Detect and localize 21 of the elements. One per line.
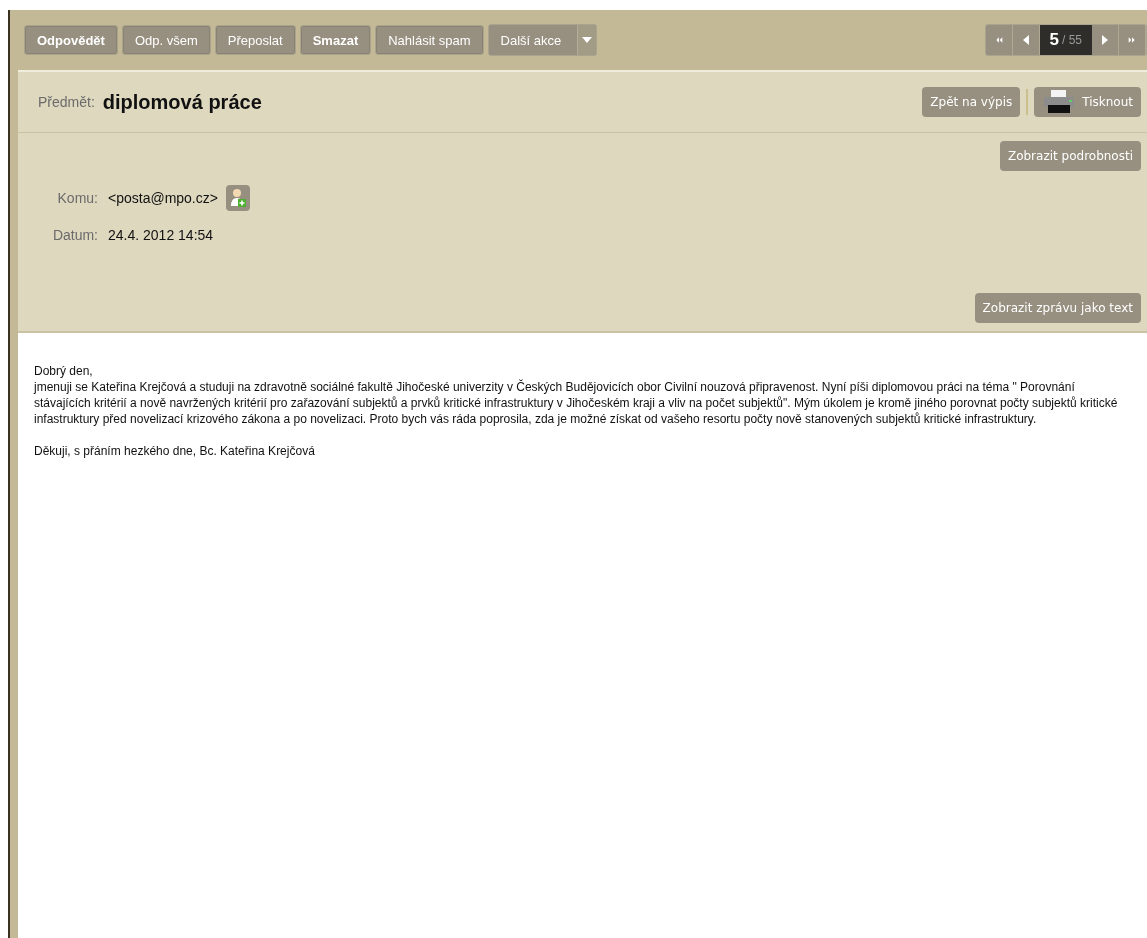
message-paragraph: jmenuji se Kateřina Krejčová a studuji na zdravotně sociálné fakultě Jihočeské univerzity v Českých Budějovicích obor Civilní nouzová připravenost. Nyní píši diplomovou práci na téma " Porovnání stávajících kritérií a nově navržených kritérií pro zařazování subjektů a prvků kritické infrastruktury v Jihočeském kraji a vliv na počet subjektů". Mým úkolem je kromě jiného porovnat počty subjektů kritické infastruktury před novelizací krizového zákona a po novelizaci. Proto bych vás ráda poprosila, zda je možné získat od vašeho resortu počty nově stanovených subjektů kritické infrastruktury. xyxy=(34,379,1119,427)
show-as-text-button[interactable]: Zobrazit zprávu jako text xyxy=(974,293,1141,323)
recipient-address: <posta@mpo.cz> xyxy=(108,190,218,206)
back-to-list-button[interactable]: Zpět na výpis xyxy=(922,87,1021,117)
header-field-label: Datum: xyxy=(51,227,98,243)
toolbar-button[interactable]: Nahlásit spam xyxy=(375,25,484,55)
message-total: / 55 xyxy=(1062,33,1082,47)
closing-text: Děkuji, s přáním hezkého dne, Bc. Kateřina Krejčová xyxy=(34,443,316,459)
toolbar-button[interactable]: Smazat xyxy=(299,25,372,55)
greeting-text: Dobrý den, xyxy=(34,363,94,379)
header-field-label: Komu: xyxy=(56,190,98,206)
subject-label: Předmět: xyxy=(38,94,95,110)
date-text: 24.4. 2012 14:54 xyxy=(108,227,214,243)
show-details-button[interactable]: Zobrazit podrobnosti xyxy=(999,141,1141,171)
print-button[interactable]: Tisknout xyxy=(1034,87,1141,117)
toolbar-button[interactable]: Odp. všem xyxy=(121,25,211,55)
current-message-number: 5 xyxy=(1049,30,1059,50)
more-actions-dropdown[interactable]: Další akce xyxy=(487,24,598,56)
toolbar-button[interactable]: Odpovědět xyxy=(24,25,118,55)
subject-text: diplomová práce xyxy=(102,90,262,114)
toolbar-button[interactable]: Přeposlat xyxy=(214,25,296,55)
